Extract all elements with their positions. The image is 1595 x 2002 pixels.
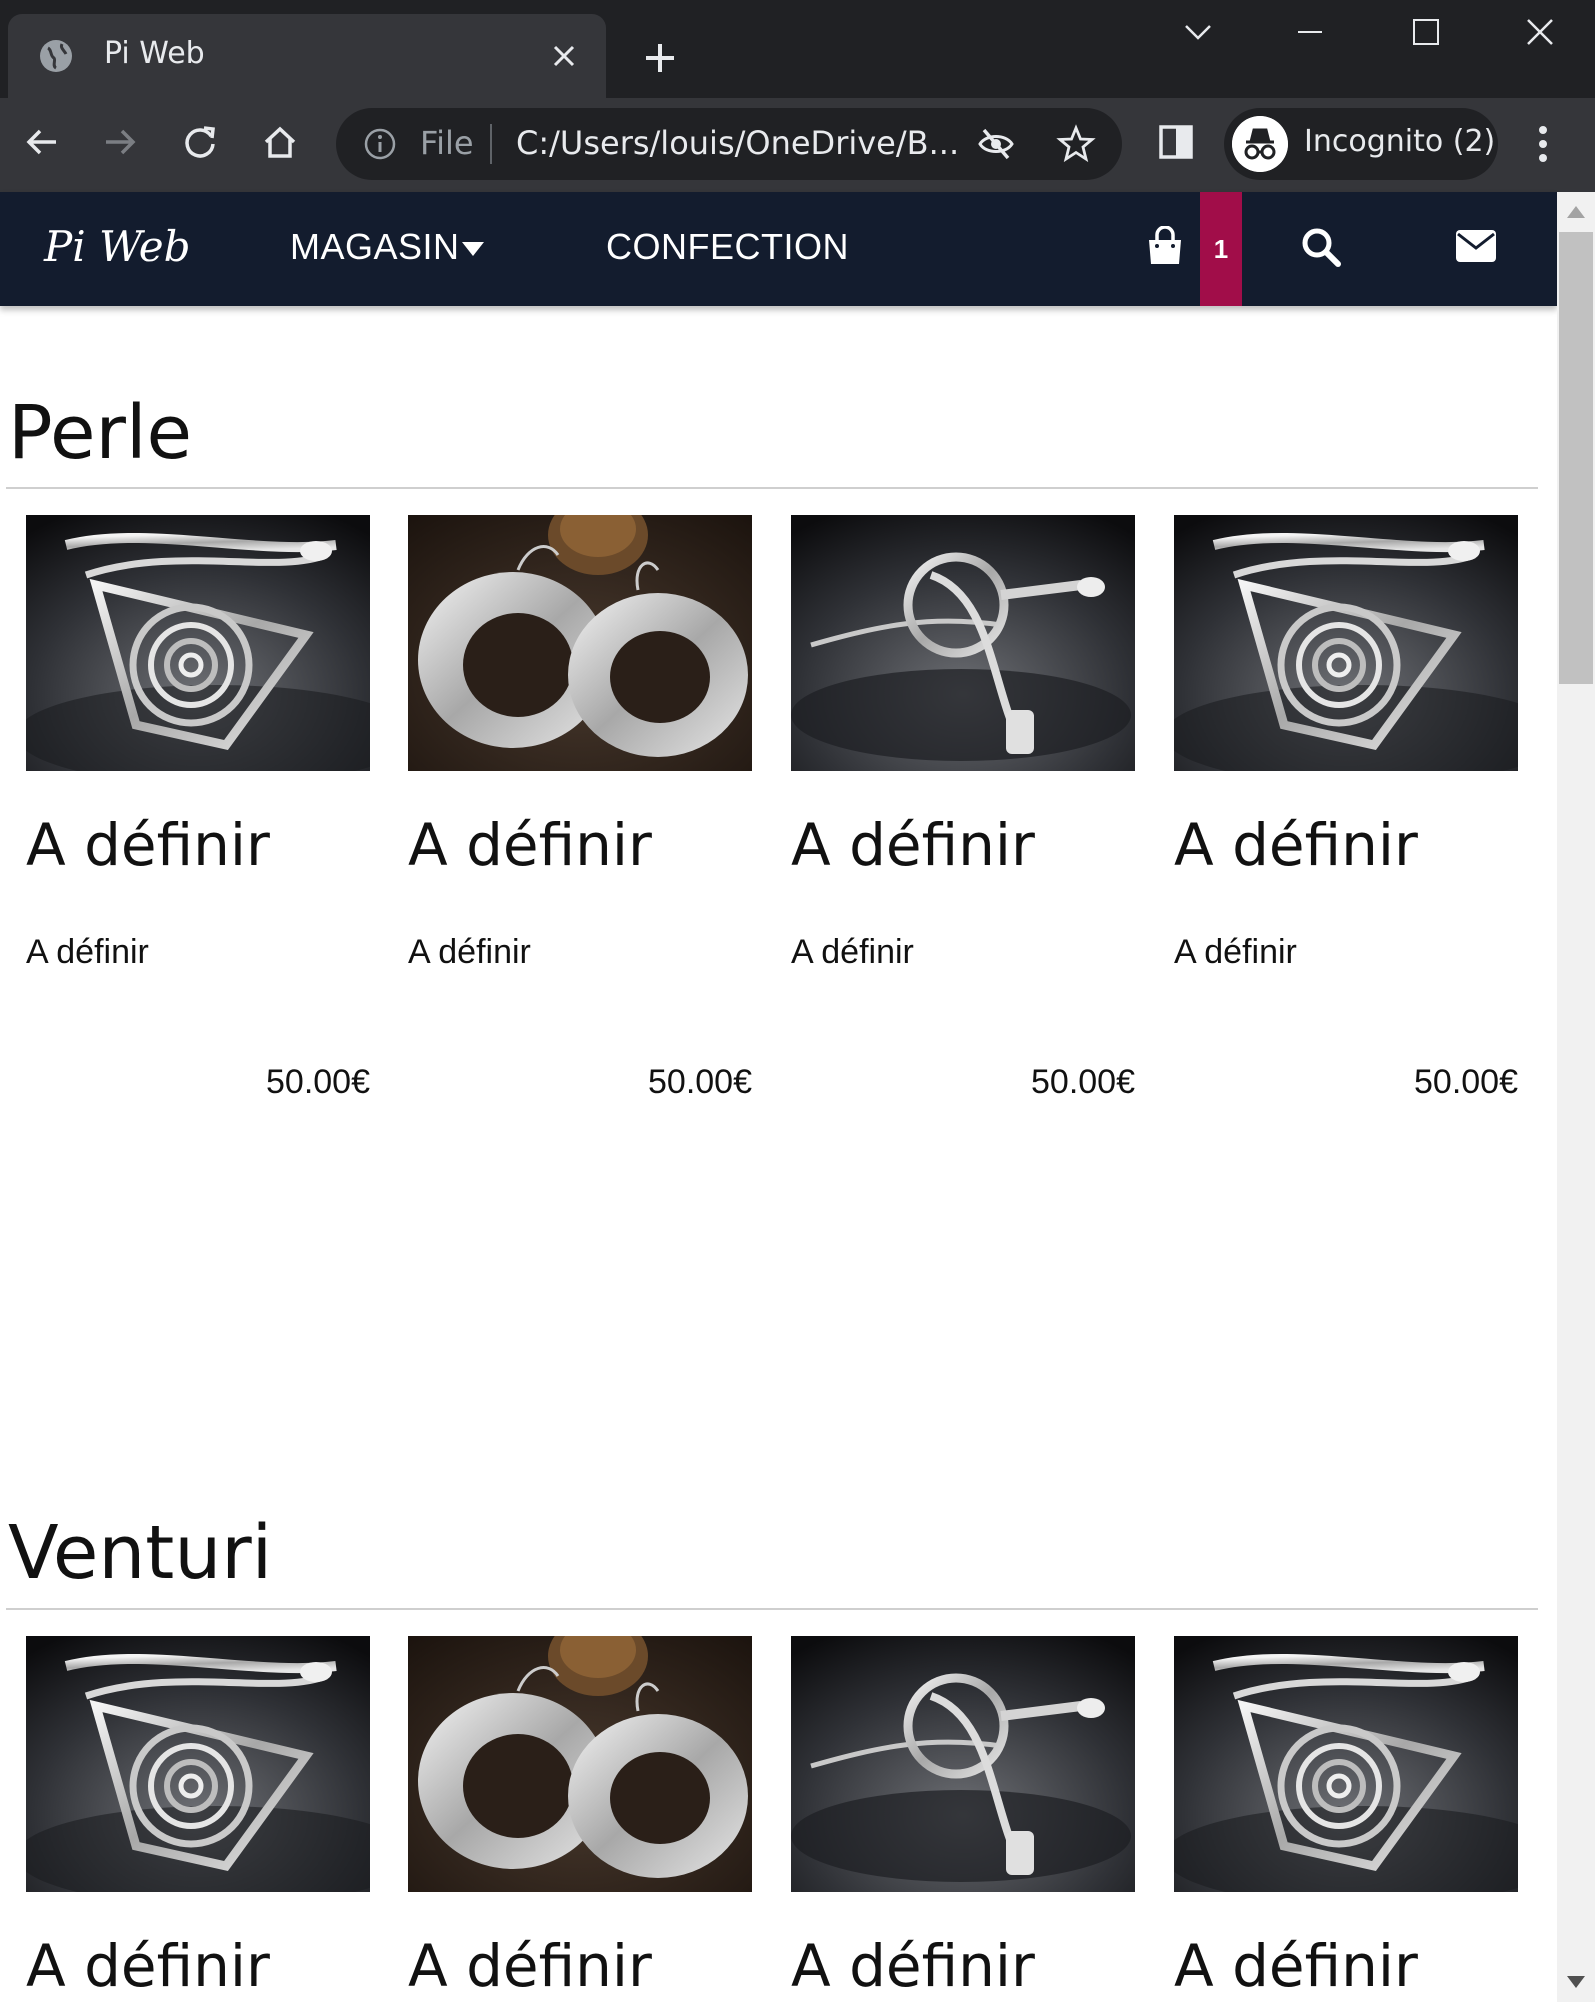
product-image[interactable] <box>26 1636 370 1892</box>
product-title[interactable]: A définir <box>791 811 1035 879</box>
product-title[interactable]: A définir <box>408 811 652 879</box>
section-divider <box>6 487 1538 489</box>
tab-title: Pi Web <box>104 36 205 71</box>
product-title[interactable]: A définir <box>408 1932 652 2000</box>
tab-search-chevron-icon[interactable] <box>1168 12 1228 52</box>
omnibox-divider <box>490 124 492 164</box>
search-icon[interactable] <box>1300 226 1342 268</box>
product-card[interactable]: A définir <box>791 1636 1135 2002</box>
minimize-icon[interactable] <box>1280 12 1340 52</box>
cart-count-badge[interactable]: 1 <box>1200 192 1242 306</box>
incognito-label: Incognito (2) <box>1304 124 1496 159</box>
product-description: A définir <box>791 933 914 971</box>
product-image[interactable] <box>1174 515 1518 771</box>
product-card[interactable]: A définir <box>1174 1636 1518 2002</box>
page-scrollbar[interactable] <box>1557 192 1595 2002</box>
product-image[interactable] <box>1174 1636 1518 1892</box>
product-title[interactable]: A définir <box>26 1932 270 2000</box>
back-arrow-icon[interactable] <box>20 120 64 164</box>
browser-tabstrip: Pi Web <box>0 0 1595 98</box>
product-description: A définir <box>1174 933 1297 971</box>
product-description: A définir <box>26 933 149 971</box>
section-title: Perle <box>8 390 193 476</box>
product-image[interactable] <box>791 515 1135 771</box>
product-card[interactable]: A définir <box>408 1636 752 2002</box>
product-image[interactable] <box>408 1636 752 1892</box>
product-title[interactable]: A définir <box>791 1932 1035 2000</box>
star-icon[interactable] <box>1056 124 1096 164</box>
product-price: 50.00€ <box>648 1063 752 1101</box>
product-card[interactable]: A définir A définir 50.00€ <box>408 515 752 1115</box>
scroll-down-arrow-icon[interactable] <box>1567 1976 1585 1990</box>
side-panel-icon[interactable] <box>1158 124 1194 160</box>
url-text[interactable]: C:/Users/louis/OneDrive/B... <box>516 124 959 162</box>
section-title: Venturi <box>8 1510 273 1596</box>
eye-slash-icon[interactable] <box>976 124 1016 164</box>
product-card[interactable]: A définir A définir 50.00€ <box>1174 515 1518 1115</box>
product-title[interactable]: A définir <box>1174 1932 1418 2000</box>
forward-arrow-icon[interactable] <box>98 120 142 164</box>
scrollbar-thumb[interactable] <box>1559 232 1593 684</box>
product-title[interactable]: A définir <box>1174 811 1418 879</box>
product-price: 50.00€ <box>1414 1063 1518 1101</box>
incognito-icon <box>1232 116 1288 172</box>
site-brand-logo[interactable]: Pi Web <box>44 222 191 271</box>
info-icon[interactable] <box>362 126 398 162</box>
shopping-bag-icon[interactable] <box>1146 226 1184 266</box>
maximize-icon[interactable] <box>1396 12 1456 52</box>
browser-tab[interactable]: Pi Web <box>8 14 606 98</box>
product-price: 50.00€ <box>1031 1063 1135 1101</box>
browser-toolbar: File C:/Users/louis/OneDrive/B... Incogn… <box>0 98 1595 192</box>
envelope-icon[interactable] <box>1456 230 1496 262</box>
scheme-label: File <box>420 124 474 162</box>
product-image[interactable] <box>791 1636 1135 1892</box>
product-description: A définir <box>408 933 531 971</box>
nav-magasin-dropdown[interactable]: MAGASIN <box>290 226 460 268</box>
globe-icon <box>40 40 72 72</box>
home-icon[interactable] <box>258 120 302 164</box>
product-price: 50.00€ <box>266 1063 370 1101</box>
product-card[interactable]: A définir <box>26 1636 370 2002</box>
caret-down-icon[interactable] <box>462 242 484 256</box>
product-card[interactable]: A définir A définir 50.00€ <box>26 515 370 1115</box>
product-title[interactable]: A définir <box>26 811 270 879</box>
address-bar[interactable]: File C:/Users/louis/OneDrive/B... <box>336 108 1122 180</box>
window-close-icon[interactable] <box>1510 12 1570 52</box>
incognito-profile-button[interactable]: Incognito (2) <box>1224 108 1498 180</box>
nav-confection-link[interactable]: CONFECTION <box>606 226 849 268</box>
product-image[interactable] <box>26 515 370 771</box>
new-tab-icon[interactable] <box>640 38 680 78</box>
section-divider <box>6 1608 1538 1610</box>
scroll-up-arrow-icon[interactable] <box>1567 204 1585 218</box>
reload-icon[interactable] <box>178 120 222 164</box>
cart-count: 1 <box>1213 234 1229 264</box>
product-card[interactable]: A définir A définir 50.00€ <box>791 515 1135 1115</box>
menu-dots-icon[interactable] <box>1528 120 1558 168</box>
close-icon[interactable] <box>548 40 580 72</box>
product-image[interactable] <box>408 515 752 771</box>
site-navbar: Pi Web MAGASIN CONFECTION 1 <box>0 192 1557 306</box>
